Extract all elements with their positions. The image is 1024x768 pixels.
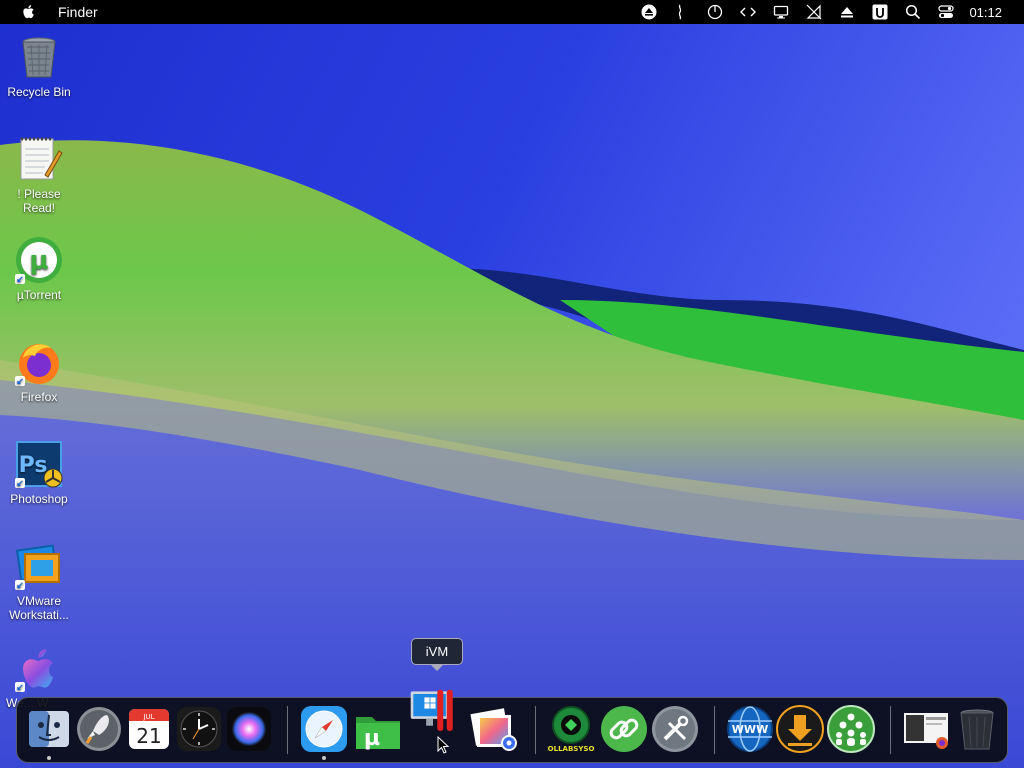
recycle-bin-icon xyxy=(15,33,63,81)
screenshot-icon xyxy=(904,713,948,749)
dock-separator xyxy=(535,706,536,754)
battery-icon[interactable] xyxy=(671,0,693,24)
dock-item-tools[interactable] xyxy=(651,705,699,753)
desktop-icon-firefox[interactable]: ↙ Firefox xyxy=(0,338,78,404)
network-off-icon[interactable] xyxy=(803,0,825,24)
siri-icon xyxy=(227,707,271,751)
dock-item-screenshot[interactable] xyxy=(902,705,950,753)
dock-item-siri[interactable] xyxy=(225,705,273,753)
apple-icon[interactable] xyxy=(20,3,38,21)
photoshop-badge: Ps xyxy=(19,453,48,478)
search-icon[interactable] xyxy=(902,0,924,24)
people-icon xyxy=(827,705,875,753)
calendar-month: JUL xyxy=(142,713,154,721)
launchpad-icon xyxy=(77,707,121,751)
dock-item-collabsysos[interactable]: COLLABSYSOS xyxy=(543,705,599,753)
power-icon[interactable] xyxy=(704,0,726,24)
desktop-icon-label: VMware Workstati... xyxy=(9,594,69,622)
link-icon xyxy=(601,706,647,752)
www-icon: WWW xyxy=(727,706,773,752)
utorrent-folder-icon: µ xyxy=(356,717,400,751)
active-app-name[interactable]: Finder xyxy=(58,4,98,20)
code-icon[interactable] xyxy=(737,0,759,24)
vmware-icon: ↙ xyxy=(15,542,63,590)
dock-item-download[interactable] xyxy=(776,705,824,753)
u-app-icon[interactable] xyxy=(869,0,891,24)
safari-icon xyxy=(301,706,347,752)
mouse-cursor-icon xyxy=(437,736,449,754)
svg-text:µ: µ xyxy=(364,726,380,751)
eject-icon[interactable] xyxy=(638,0,660,24)
dock-item-www[interactable]: WWW xyxy=(726,705,774,753)
desktop-icon-recycle-bin[interactable]: Recycle Bin xyxy=(0,33,78,99)
status-area: 01:12 xyxy=(627,0,1024,24)
desktop-icon-photoshop[interactable]: Ps ↙ Photoshop xyxy=(0,440,78,506)
apple-logo-icon: ↙ xyxy=(15,644,63,692)
dock-separator xyxy=(714,706,715,754)
desktop-icon-utorrent[interactable]: µ ↙ µTorrent xyxy=(0,236,78,302)
dock-item-launchpad[interactable] xyxy=(75,705,123,753)
dock-item-trash[interactable] xyxy=(953,705,1001,753)
menu-bar: Finder 01:12 xyxy=(0,0,1024,24)
desktop-icon-label: Photoshop xyxy=(10,492,68,506)
running-indicator xyxy=(47,756,51,760)
dock-separator xyxy=(287,706,288,754)
upload-icon[interactable] xyxy=(836,0,858,24)
shortcut-arrow-icon: ↙ xyxy=(15,682,25,692)
desktop-icon-label: µTorrent xyxy=(16,288,62,302)
trash-icon xyxy=(960,709,994,750)
notepad-icon xyxy=(15,135,63,183)
dock-tooltip: iVM xyxy=(411,638,463,671)
dock-item-utorrent-folder[interactable]: µ xyxy=(354,705,402,753)
firefox-icon: ↙ xyxy=(15,338,63,386)
clock-icon xyxy=(177,707,221,751)
calendar-icon: JUL 21 xyxy=(129,709,169,749)
svg-text:µ: µ xyxy=(29,246,48,276)
shortcut-arrow-icon: ↙ xyxy=(15,478,25,488)
dock-separator xyxy=(890,706,891,754)
finder-icon xyxy=(29,711,69,747)
desktop-icon-vmware[interactable]: ↙ VMware Workstati... xyxy=(0,542,78,622)
desktop-icon-label: Firefox xyxy=(20,390,58,404)
download-icon xyxy=(776,705,824,753)
shortcut-arrow-icon: ↙ xyxy=(15,376,25,386)
www-label: WWW xyxy=(732,723,768,736)
desktop-icon-label: Recycle Bin xyxy=(7,85,71,99)
dock-item-safari[interactable] xyxy=(300,705,348,753)
dock-item-finder[interactable] xyxy=(25,705,73,753)
dock-item-photos[interactable] xyxy=(469,705,517,753)
dock-item-people[interactable] xyxy=(827,705,875,753)
running-indicator xyxy=(322,756,326,760)
collabsysos-icon: COLLABSYSOS xyxy=(543,706,599,753)
menubar-clock[interactable]: 01:12 xyxy=(969,5,1002,20)
desktop-icon-label: ! Please Read! xyxy=(17,187,61,215)
control-center-icon[interactable] xyxy=(935,0,957,24)
calendar-day: 21 xyxy=(136,724,161,748)
ivm-icon xyxy=(410,689,453,731)
dock-item-link[interactable] xyxy=(600,705,648,753)
photos-icon xyxy=(470,708,517,751)
desktop-wallpaper xyxy=(0,0,1024,768)
desktop-icon-please-read[interactable]: ! Please Read! xyxy=(0,135,78,215)
utorrent-icon: µ ↙ xyxy=(15,236,63,284)
dock: JUL 21 µ OLLABSYSO WWW xyxy=(16,689,1008,763)
display-icon[interactable] xyxy=(770,0,792,24)
dock-item-calendar[interactable]: JUL 21 xyxy=(125,705,173,753)
collabsysos-label: COLLABSYSOS xyxy=(547,745,595,753)
shortcut-arrow-icon: ↙ xyxy=(15,274,25,284)
tools-icon xyxy=(652,706,698,752)
shortcut-arrow-icon: ↙ xyxy=(15,580,25,590)
dock-item-clock[interactable] xyxy=(175,705,223,753)
photoshop-icon: Ps ↙ xyxy=(15,440,63,488)
